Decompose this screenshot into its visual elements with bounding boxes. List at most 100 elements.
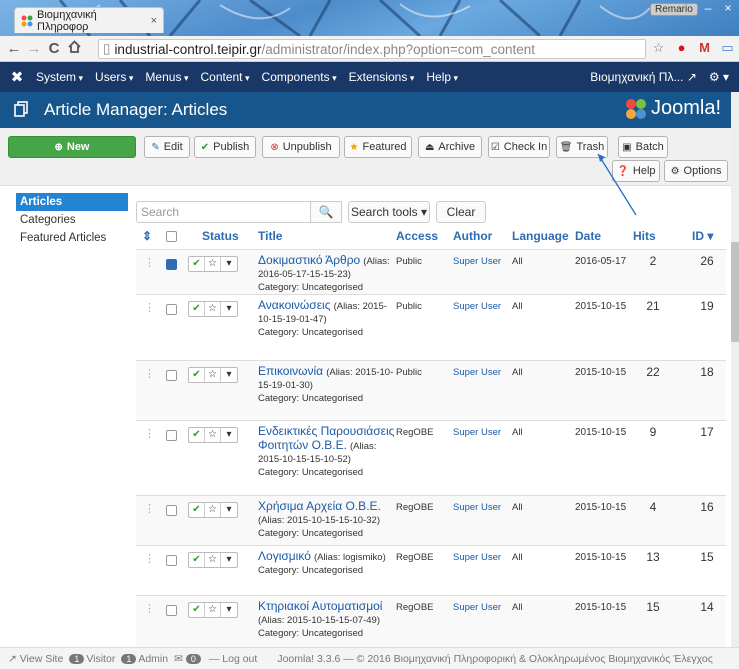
author-link[interactable]: Super User	[453, 427, 501, 438]
article-category: Category: Uncategorised	[258, 628, 364, 639]
featured-star-icon[interactable]: ☆	[205, 503, 221, 517]
row-checkbox[interactable]	[166, 304, 177, 315]
access-header[interactable]: Access	[396, 229, 438, 243]
published-check-icon[interactable]: ✔	[189, 603, 205, 617]
sidebar-item-categories[interactable]: Categories	[16, 211, 128, 229]
author-link[interactable]: Super User	[453, 301, 501, 312]
published-check-icon[interactable]: ✔	[189, 257, 205, 271]
hits-cell: 13	[646, 550, 660, 564]
article-title-link[interactable]: Κτηριακοί Αυτοματισμοί	[258, 599, 382, 613]
drag-handle-icon[interactable]: ⋮	[144, 256, 155, 269]
author-link[interactable]: Super User	[453, 602, 501, 613]
access-cell: RegOBE	[396, 552, 434, 563]
article-title-link[interactable]: Λογισμικό	[258, 549, 311, 563]
row-checkbox[interactable]	[166, 430, 177, 441]
actions-dropdown-icon[interactable]: ▾	[221, 428, 237, 442]
published-check-icon[interactable]: ✔	[189, 302, 205, 316]
language-header[interactable]: Language	[512, 229, 569, 243]
search-button[interactable]: 🔍	[310, 201, 342, 223]
article-category: Category: Uncategorised	[258, 528, 364, 539]
article-title-link[interactable]: Χρήσιμα Αρχεία Ο.Β.Ε.	[258, 499, 381, 513]
row-checkbox[interactable]	[166, 605, 177, 616]
view-site-link[interactable]: ↗ View Site	[8, 653, 63, 665]
article-title-cell: Δοκιμαστικό Άρθρο (Alias: 2016-05-17-15-…	[258, 254, 398, 294]
drag-handle-icon[interactable]: ⋮	[144, 602, 155, 615]
date-header[interactable]: Date	[575, 229, 601, 243]
actions-dropdown-icon[interactable]: ▾	[221, 503, 237, 517]
clear-button[interactable]: Clear	[436, 201, 486, 223]
sidebar-item-articles[interactable]: Articles	[16, 193, 128, 211]
article-title-link[interactable]: Δοκιμαστικό Άρθρο	[258, 253, 360, 267]
featured-star-icon[interactable]: ☆	[205, 302, 221, 316]
status-header[interactable]: Status	[202, 229, 239, 243]
magnifier-icon: 🔍	[318, 205, 334, 219]
drag-handle-icon[interactable]: ⋮	[144, 367, 155, 380]
actions-dropdown-icon[interactable]: ▾	[221, 368, 237, 382]
admin-count: 1 Admin	[121, 653, 168, 665]
table-row: ⋮ ✔ ☆ ▾ Ανακοινώσεις (Alias: 2015-10-15-19-0…	[136, 294, 726, 360]
language-cell: All	[512, 367, 523, 378]
visitor-count: 1 Visitor	[69, 653, 115, 665]
article-title-link[interactable]: Ανακοινώσεις	[258, 298, 331, 312]
featured-star-icon[interactable]: ☆	[205, 257, 221, 271]
article-category: Category: Uncategorised	[258, 467, 364, 478]
page-scrollbar[interactable]	[731, 92, 739, 647]
search-input[interactable]: Search	[136, 201, 311, 223]
scrollbar-thumb[interactable]	[731, 242, 739, 342]
article-alias: (Alias: 2015-10-15-15-10-32)	[258, 515, 380, 526]
id-header[interactable]: ID ▾	[692, 229, 713, 243]
hits-header[interactable]: Hits	[633, 229, 656, 243]
table-row: ⋮ ✔ ☆ ▾ Χρήσιμα Αρχεία Ο.Β.Ε. (Alias: 2015-1…	[136, 495, 726, 545]
title-header[interactable]: Title	[258, 229, 282, 243]
drag-handle-icon[interactable]: ⋮	[144, 502, 155, 515]
status-controls: ✔ ☆ ▾	[188, 502, 238, 518]
drag-handle-icon[interactable]: ⋮	[144, 552, 155, 565]
actions-dropdown-icon[interactable]: ▾	[221, 257, 237, 271]
access-cell: Public	[396, 367, 422, 378]
actions-dropdown-icon[interactable]: ▾	[221, 553, 237, 567]
featured-star-icon[interactable]: ☆	[205, 553, 221, 567]
published-check-icon[interactable]: ✔	[189, 553, 205, 567]
drag-handle-icon[interactable]: ⋮	[144, 427, 155, 440]
article-title-cell: Ενδεικτικές Παρουσιάσεις Φοιτητών Ο.Β.Ε.…	[258, 425, 398, 479]
featured-star-icon[interactable]: ☆	[205, 428, 221, 442]
published-check-icon[interactable]: ✔	[189, 368, 205, 382]
date-cell: 2015-10-15	[575, 602, 627, 613]
featured-star-icon[interactable]: ☆	[205, 603, 221, 617]
table-header: ⇕ Status Title Access Author Language Da…	[136, 229, 726, 247]
article-title-cell: Κτηριακοί Αυτοματισμοί (Alias: 2015-10-1…	[258, 600, 398, 640]
search-tools-button[interactable]: Search tools ▾	[348, 201, 430, 223]
featured-star-icon[interactable]: ☆	[205, 368, 221, 382]
select-all-checkbox[interactable]	[166, 231, 177, 242]
row-checkbox[interactable]	[166, 505, 177, 516]
id-cell: 17	[700, 425, 714, 439]
date-cell: 2016-05-17	[575, 256, 627, 267]
status-footer: ↗ View Site 1 Visitor 1 Admin ✉ 0 — Log ou…	[0, 647, 739, 669]
date-cell: 2015-10-15	[575, 367, 627, 378]
author-link[interactable]: Super User	[453, 502, 501, 513]
row-checkbox[interactable]	[166, 555, 177, 566]
logout-link[interactable]: — Log out	[209, 653, 257, 665]
status-controls: ✔ ☆ ▾	[188, 256, 238, 272]
drag-handle-icon[interactable]: ⋮	[144, 301, 155, 314]
hits-cell: 9	[649, 425, 657, 439]
published-check-icon[interactable]: ✔	[189, 503, 205, 517]
status-controls: ✔ ☆ ▾	[188, 301, 238, 317]
sidebar-item-featured-articles[interactable]: Featured Articles	[16, 229, 128, 247]
messages-badge: 0	[185, 653, 201, 664]
author-link[interactable]: Super User	[453, 367, 501, 378]
sort-ordering-header[interactable]: ⇕	[142, 229, 152, 243]
actions-dropdown-icon[interactable]: ▾	[221, 302, 237, 316]
mail-icon: ✉	[174, 652, 183, 665]
status-controls: ✔ ☆ ▾	[188, 552, 238, 568]
author-link[interactable]: Super User	[453, 552, 501, 563]
table-row: ⋮ ✔ ☆ ▾ Δοκιμαστικό Άρθρο (Alias: 2016-05-17…	[136, 249, 726, 294]
messages-count[interactable]: ✉ 0	[174, 653, 203, 665]
author-header[interactable]: Author	[453, 229, 492, 243]
actions-dropdown-icon[interactable]: ▾	[221, 603, 237, 617]
article-title-link[interactable]: Επικοινωνία	[258, 364, 323, 378]
published-check-icon[interactable]: ✔	[189, 428, 205, 442]
row-checkbox[interactable]	[166, 259, 177, 270]
row-checkbox[interactable]	[166, 370, 177, 381]
author-link[interactable]: Super User	[453, 256, 501, 267]
